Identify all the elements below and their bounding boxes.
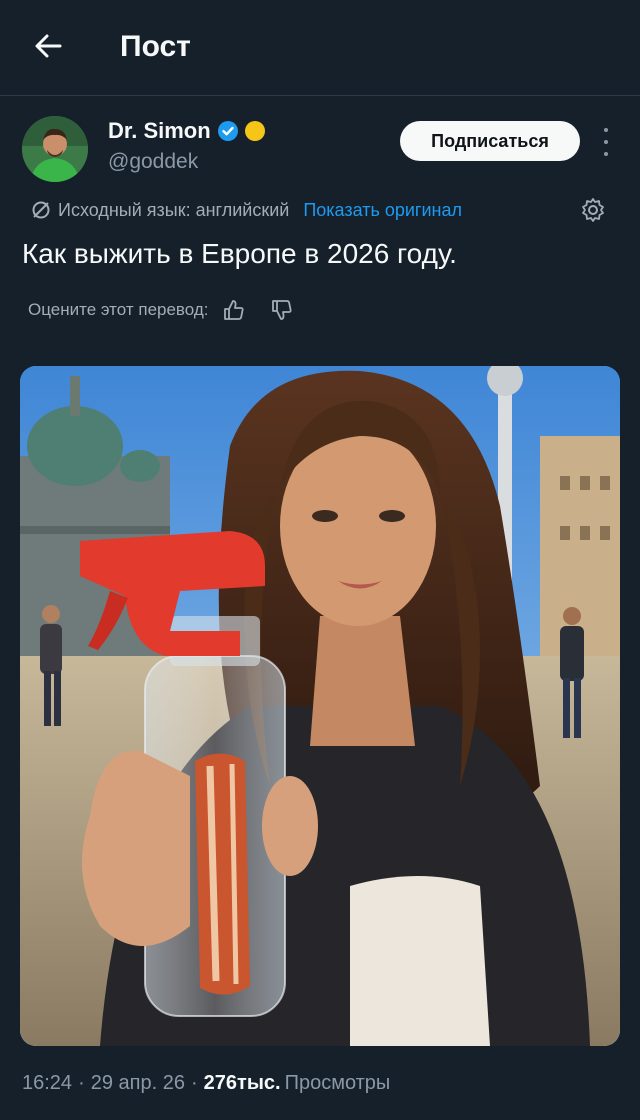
thumbs-up-icon[interactable]	[221, 297, 247, 323]
rate-prompt: Оцените этот перевод:	[28, 300, 209, 319]
back-button[interactable]	[28, 26, 68, 66]
more-dot-icon	[604, 128, 608, 132]
top-bar: Пост	[0, 0, 640, 96]
author-row: Dr. Simon @goddek Подписаться	[0, 110, 640, 190]
author-handle[interactable]: @goddek	[108, 150, 198, 174]
translation-bar: Исходный язык: английский Показать ориги…	[30, 196, 610, 224]
author-name-text: Dr. Simon	[108, 118, 211, 143]
avatar[interactable]	[22, 116, 88, 182]
source-language-text: Исходный язык: английский	[58, 199, 290, 220]
author-name[interactable]: Dr. Simon	[108, 118, 265, 144]
more-dot-icon	[604, 140, 608, 144]
show-original-link[interactable]: Показать оригинал	[303, 200, 462, 221]
more-dot-icon	[604, 152, 608, 156]
separator: ·	[78, 1072, 85, 1094]
more-options-button[interactable]	[596, 128, 616, 156]
post-meta: 16:24 · 29 апр. 26 · 276тыс. Просмотры	[22, 1072, 390, 1095]
post-image[interactable]	[20, 366, 620, 1046]
post-time: 16:24	[22, 1072, 73, 1094]
gold-coin-icon	[244, 121, 265, 141]
rate-translation: Оцените этот перевод:	[28, 296, 295, 324]
thumbs-down-icon[interactable]	[269, 297, 295, 323]
views-label: Просмотры	[284, 1072, 391, 1094]
views-count: 276тыс.	[203, 1072, 281, 1094]
arrow-left-icon	[35, 34, 62, 58]
separator: ·	[190, 1072, 198, 1094]
follow-button[interactable]: Подписаться	[400, 121, 580, 161]
gear-icon[interactable]	[580, 197, 606, 223]
post-text: Как выжить в Европе в 2026 году.	[22, 238, 457, 269]
page-title: Пост	[120, 30, 191, 63]
verified-badge-icon	[217, 121, 238, 141]
translate-icon	[32, 201, 50, 219]
post-date: 29 апр. 26	[90, 1072, 185, 1094]
